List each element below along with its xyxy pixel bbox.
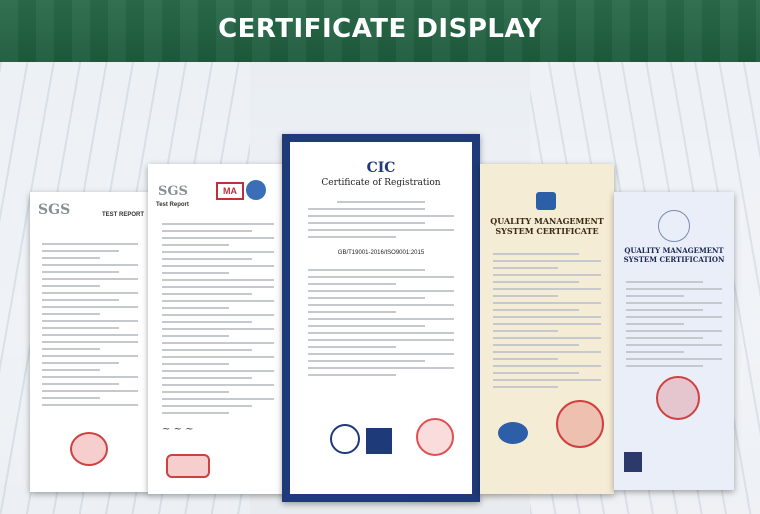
certifier-logo-icon — [536, 192, 556, 210]
certificate-cic-registration[interactable]: CIC Certificate of Registration GB/T1900… — [282, 134, 480, 502]
certificate-scope-text — [308, 264, 454, 381]
cnas-logo-icon — [498, 422, 528, 444]
certificate-body-text — [162, 218, 274, 419]
certificate-body-text — [626, 276, 722, 372]
accreditation-logo-icon — [624, 452, 642, 472]
sgs-logo: SGS — [38, 202, 71, 218]
certificate-title: QUALITY MANAGEMENT SYSTEM CERTIFICATE — [490, 216, 604, 236]
cic-logo: CIC — [366, 160, 396, 176]
certificate-title: Certificate of Registration — [321, 178, 441, 188]
certificate-body-text — [42, 238, 138, 411]
certificate-title: Test Report — [156, 202, 189, 208]
certificate-sgs-ma-test-report[interactable]: SGS MA Test Report ~ ~ ~ — [148, 164, 288, 494]
ma-logo: MA — [216, 182, 244, 200]
banner-title: CERTIFICATE DISPLAY — [218, 14, 542, 44]
cic-seal-icon — [330, 424, 360, 454]
accreditation-logo-icon — [366, 428, 392, 454]
certificate-page: CIC Certificate of Registration GB/T1900… — [290, 142, 472, 494]
seal-icon — [416, 418, 454, 456]
seal-icon — [656, 376, 700, 420]
certificate-title: TEST REPORT — [101, 212, 144, 218]
signature-icon: ~ ~ ~ — [162, 424, 194, 435]
certificate-body-text — [493, 248, 601, 393]
certificate-qms-certification[interactable]: QUALITY MANAGEMENT SYSTEM CERTIFICATION — [614, 192, 734, 490]
sgs-logo: SGS — [158, 184, 188, 199]
certificate-standard: GB/T19001-2016/ISO9001:2015 — [337, 250, 425, 256]
certificate-title: QUALITY MANAGEMENT SYSTEM CERTIFICATION — [623, 246, 725, 264]
certificate-quality-management-system[interactable]: QUALITY MANAGEMENT SYSTEM CERTIFICATE — [480, 164, 614, 494]
ilac-mra-logo-icon — [246, 180, 266, 200]
certificate-display-page: CERTIFICATE DISPLAY SGS TEST REPORT SGS … — [0, 0, 760, 514]
certificate-body-text — [308, 196, 454, 243]
certifier-emblem-icon — [658, 210, 690, 242]
banner: CERTIFICATE DISPLAY — [0, 0, 760, 62]
seal-icon — [70, 432, 108, 466]
seal-icon — [166, 454, 210, 478]
seal-icon — [556, 400, 604, 448]
certificate-sgs-test-report[interactable]: SGS TEST REPORT — [30, 192, 150, 492]
